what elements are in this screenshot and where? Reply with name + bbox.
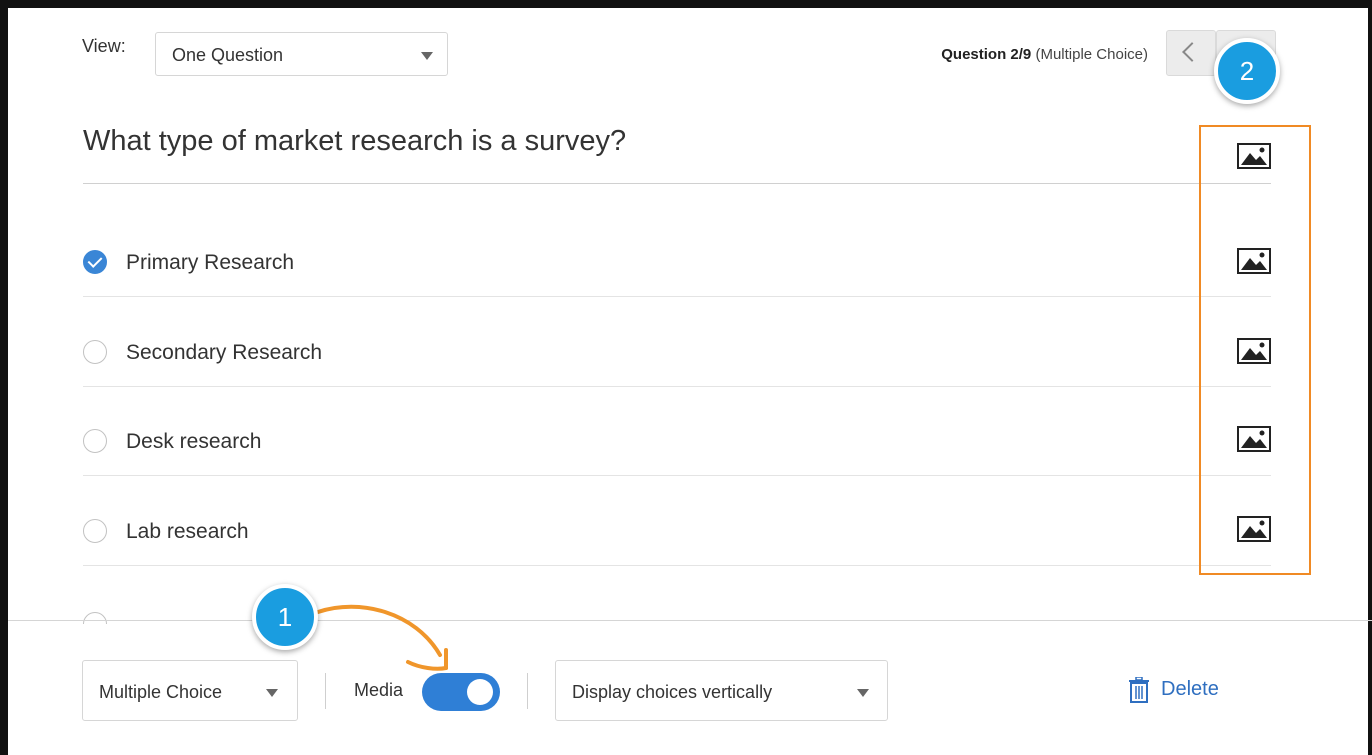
radio-icon[interactable]	[83, 340, 107, 364]
media-label: Media	[354, 680, 404, 700]
choice-divider	[83, 296, 1271, 297]
choice-divider	[83, 386, 1271, 387]
view-select-value: One Question	[172, 45, 284, 65]
previous-question-button[interactable]	[1166, 30, 1216, 76]
question-counter: Question 2/9 (Multiple Choice)	[941, 46, 1148, 63]
toolbar-divider	[8, 620, 1372, 621]
trash-icon	[1129, 677, 1149, 703]
question-type-select[interactable]: Multiple Choice	[82, 660, 298, 721]
choice-label[interactable]: Lab research	[126, 520, 249, 544]
radio-icon[interactable]	[83, 519, 107, 543]
check-circle-icon[interactable]	[83, 250, 107, 274]
media-icons-highlight	[1199, 125, 1311, 575]
annotation-badge-2: 2	[1214, 38, 1280, 104]
display-choices-select[interactable]: Display choices vertically	[555, 660, 888, 721]
toolbar-separator	[527, 673, 528, 709]
radio-icon[interactable]	[83, 429, 107, 453]
question-counter-type: (Multiple Choice)	[1035, 46, 1148, 63]
choice-divider	[83, 475, 1271, 476]
question-divider	[83, 183, 1271, 184]
annotation-badge-1: 1	[252, 584, 318, 650]
partial-radio-icon	[83, 612, 107, 624]
toggle-knob	[467, 679, 493, 705]
choice-label[interactable]: Primary Research	[126, 251, 294, 275]
chevron-left-icon	[1182, 42, 1202, 62]
delete-label: Delete	[1161, 678, 1219, 700]
question-type-value: Multiple Choice	[99, 682, 223, 702]
caret-down-icon	[266, 689, 278, 697]
choice-divider	[83, 565, 1271, 566]
toolbar-separator	[325, 673, 326, 709]
caret-down-icon	[857, 689, 869, 697]
editor-area	[8, 8, 1368, 755]
question-counter-number: Question 2/9	[941, 46, 1032, 63]
media-toggle[interactable]	[422, 673, 500, 711]
display-choices-value: Display choices vertically	[572, 682, 773, 702]
view-label: View:	[82, 36, 126, 56]
caret-down-icon	[421, 52, 433, 60]
view-select[interactable]: One Question	[155, 32, 448, 76]
choice-label[interactable]: Secondary Research	[126, 341, 322, 365]
question-title[interactable]: What type of market research is a survey…	[83, 125, 626, 158]
choice-label[interactable]: Desk research	[126, 430, 261, 454]
